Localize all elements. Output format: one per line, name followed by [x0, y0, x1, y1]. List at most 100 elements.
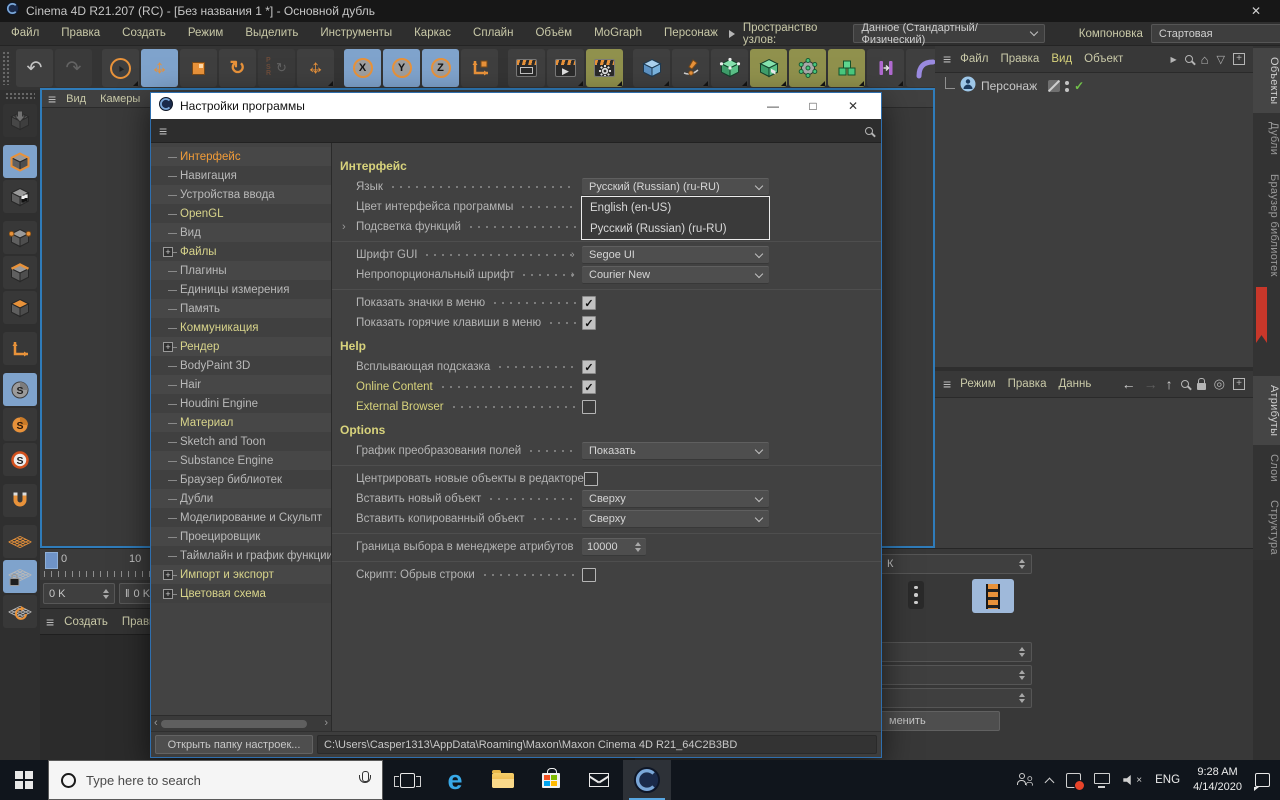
tree-item-Импорт и экспорт[interactable]: +Импорт и экспорт: [151, 565, 331, 584]
menu-Объём[interactable]: Объём: [524, 22, 583, 45]
dropdown-Шрифт GUI[interactable]: Segoe UI: [582, 246, 769, 264]
tab-Атрибуты[interactable]: Атрибуты: [1253, 376, 1280, 445]
snap-button[interactable]: S: [3, 373, 37, 406]
filter-icon[interactable]: ▽: [1217, 53, 1225, 66]
hamburger-menu-icon[interactable]: ≡: [46, 615, 54, 629]
menu-Файл[interactable]: Файл: [0, 22, 50, 45]
subdivision-surface-button[interactable]: [711, 49, 748, 87]
node-space-dropdown[interactable]: Данное (Стандартный/Физический): [853, 24, 1044, 43]
close-button[interactable]: ✕: [833, 99, 873, 113]
spinner-icon[interactable]: [635, 542, 641, 552]
primitive-cube-button[interactable]: [633, 49, 670, 87]
start-button[interactable]: [0, 760, 48, 800]
render-play-button[interactable]: ▶: [547, 49, 584, 87]
tree-item-Substance Engine[interactable]: Substance Engine: [151, 451, 331, 470]
menu-Режим[interactable]: Режим: [177, 22, 234, 45]
tree-item-Единицы измерения[interactable]: Единицы измерения: [151, 280, 331, 299]
magnet-button[interactable]: [3, 484, 37, 517]
horizontal-scrollbar[interactable]: ‹ ›: [151, 715, 331, 731]
visibility-dots-icon[interactable]: [1065, 81, 1069, 92]
tree-item-Устройства ввода[interactable]: Устройства ввода: [151, 185, 331, 204]
back-arrow-icon[interactable]: ←: [1122, 376, 1136, 392]
tree-item-Навигация[interactable]: Навигация: [151, 166, 331, 185]
up-arrow-icon[interactable]: ↑: [1166, 376, 1173, 392]
edge-taskbar-button[interactable]: e: [431, 760, 479, 800]
dropdown-Непропорциональный шрифт[interactable]: Courier New: [582, 266, 769, 284]
apply-button[interactable]: менить: [880, 711, 1000, 731]
caret-up-icon[interactable]: [1046, 775, 1053, 786]
spin-down-icon[interactable]: [635, 548, 641, 552]
tree-item-Houdini Engine[interactable]: Houdini Engine: [151, 394, 331, 413]
add-box-icon[interactable]: +: [1233, 378, 1245, 390]
spinner-icon[interactable]: [103, 589, 109, 599]
rotate-button[interactable]: ↻: [219, 49, 256, 87]
dropdown-Вставить копированный объект[interactable]: Сверху: [582, 510, 769, 528]
make-editable-button[interactable]: [3, 104, 37, 137]
explorer-taskbar-button[interactable]: [479, 760, 527, 800]
hamburger-menu-icon[interactable]: ≡: [159, 124, 167, 138]
axis-move-button[interactable]: ↔↕: [297, 49, 334, 87]
cinema4d-taskbar-button[interactable]: [623, 760, 671, 800]
spinner-icon[interactable]: [1019, 670, 1025, 680]
coord-system-button[interactable]: [461, 49, 498, 87]
attribute-menu-Правка[interactable]: Правка: [1008, 378, 1047, 390]
coordinate-field[interactable]: [880, 688, 1032, 708]
tree-item-Таймлайн и график функции[interactable]: Таймлайн и график функции: [151, 546, 331, 565]
tree-item-Материал[interactable]: Материал: [151, 413, 331, 432]
open-settings-folder-button[interactable]: Открыть папку настроек...: [155, 735, 313, 754]
tree-item-BodyPaint 3D[interactable]: BodyPaint 3D: [151, 356, 331, 375]
tree-item-Интерфейс[interactable]: Интерфейс: [151, 147, 331, 166]
spinner-icon[interactable]: [1019, 693, 1025, 703]
render-view-button[interactable]: [508, 49, 545, 87]
hamburger-menu-icon[interactable]: ≡: [943, 52, 951, 66]
expand-plus-icon[interactable]: +: [163, 342, 173, 352]
network-icon[interactable]: [1094, 776, 1110, 784]
clock[interactable]: 9:28 AM 4/14/2020: [1193, 765, 1242, 796]
node-space-arrow-icon[interactable]: [729, 30, 735, 38]
hamburger-menu-icon[interactable]: ≡: [48, 92, 56, 106]
attribute-menu-Даннь[interactable]: Даннь: [1059, 378, 1092, 390]
object-menu-Правка[interactable]: Правка: [1000, 53, 1039, 65]
dropdown-option[interactable]: Русский (Russian) (ru-RU): [582, 218, 769, 239]
lock-icon[interactable]: [1197, 378, 1206, 390]
array-button[interactable]: [828, 49, 865, 87]
menu-Правка[interactable]: Правка: [50, 22, 111, 45]
expander-icon[interactable]: ›: [571, 249, 575, 261]
tree-item-Дубли[interactable]: Дубли: [151, 489, 331, 508]
tree-item-Браузер библиотек[interactable]: Браузер библиотек: [151, 470, 331, 489]
volume-muted-icon[interactable]: ×: [1123, 774, 1142, 786]
tree-item-Проецировщик[interactable]: Проецировщик: [151, 527, 331, 546]
tab-Объекты[interactable]: Объекты: [1253, 48, 1280, 113]
object-menu-Файл[interactable]: Файл: [960, 53, 988, 65]
edit-flag-icon[interactable]: [1048, 80, 1060, 92]
people-icon[interactable]: [1017, 773, 1033, 787]
timeline-playhead[interactable]: [45, 552, 58, 569]
material-menu-Создать[interactable]: Создать: [64, 616, 108, 628]
search-icon[interactable]: [865, 127, 873, 135]
enabled-check-icon[interactable]: ✓: [1074, 79, 1084, 93]
dots-icon[interactable]: [908, 581, 924, 609]
menu-Создать[interactable]: Создать: [111, 22, 177, 45]
mail-taskbar-button[interactable]: [575, 760, 623, 800]
checkbox-Скрипт: Обрыв строки[interactable]: [582, 568, 596, 582]
viewport-menu-Вид[interactable]: Вид: [66, 93, 86, 105]
microphone-icon[interactable]: [358, 771, 370, 789]
home-icon[interactable]: ⌂: [1201, 52, 1209, 67]
tree-item-Плагины[interactable]: Плагины: [151, 261, 331, 280]
undo-button[interactable]: ↶: [16, 49, 53, 87]
menu-Инструменты[interactable]: Инструменты: [309, 22, 403, 45]
spin-up-icon[interactable]: [635, 542, 641, 546]
language-indicator[interactable]: ENG: [1155, 774, 1180, 786]
y-axis-button[interactable]: Y: [383, 49, 420, 87]
flyout-arrow-icon[interactable]: ▶: [1171, 55, 1177, 64]
scroll-right-icon[interactable]: ›: [324, 718, 328, 729]
window-close-button[interactable]: ✕: [1238, 4, 1274, 18]
store-taskbar-button[interactable]: [527, 760, 575, 800]
tab-Браузер библиотек[interactable]: Браузер библиотек: [1253, 165, 1280, 286]
target-icon[interactable]: ◎: [1214, 376, 1225, 392]
number-input-Граница выбора в менеджере атрибутов[interactable]: 10000: [582, 538, 646, 556]
polygon-mode-button[interactable]: [3, 291, 37, 324]
rotate-workplane-button[interactable]: [3, 595, 37, 628]
tree-item-Hair[interactable]: Hair: [151, 375, 331, 394]
workplane-button[interactable]: [3, 525, 37, 558]
